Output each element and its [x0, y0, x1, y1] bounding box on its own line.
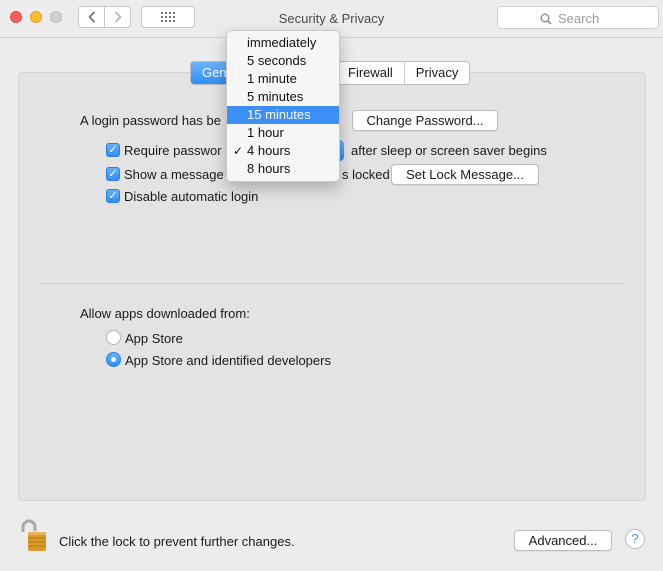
- require-password-suffix: after sleep or screen saver begins: [351, 143, 547, 158]
- checkmark-icon: ✓: [108, 167, 118, 180]
- search-field[interactable]: Search: [497, 6, 659, 29]
- menu-item-5-minutes[interactable]: 5 minutes: [227, 88, 339, 106]
- unlocked-padlock-icon[interactable]: [20, 519, 50, 553]
- checkmark-icon: ✓: [108, 143, 118, 156]
- search-icon: [540, 13, 552, 25]
- show-message-label: Show a message: [124, 167, 224, 182]
- require-password-label: Require passwor: [124, 143, 222, 158]
- search-placeholder: Search: [558, 11, 600, 26]
- menu-item-4-hours[interactable]: ✓ 4 hours: [227, 142, 339, 160]
- menu-item-15-minutes[interactable]: 15 minutes: [227, 106, 339, 124]
- menu-item-label: 1 hour: [247, 125, 284, 140]
- menu-item-label: 8 hours: [247, 161, 291, 176]
- advanced-button[interactable]: Advanced...: [514, 530, 612, 551]
- allow-apps-label: Allow apps downloaded from:: [80, 306, 250, 321]
- set-lock-message-button[interactable]: Set Lock Message...: [391, 164, 539, 185]
- password-delay-menu: immediately 5 seconds 1 minute 5 minutes…: [226, 30, 340, 182]
- require-password-checkbox[interactable]: ✓: [106, 143, 120, 157]
- tab-privacy[interactable]: Privacy: [405, 62, 470, 84]
- menu-item-5-seconds[interactable]: 5 seconds: [227, 52, 339, 70]
- menu-item-1-hour[interactable]: 1 hour: [227, 124, 339, 142]
- radio-app-store-label: App Store: [125, 331, 183, 346]
- lock-status-text: Click the lock to prevent further change…: [59, 534, 295, 549]
- show-message-suffix: s locked: [342, 167, 390, 182]
- radio-app-store[interactable]: [106, 330, 121, 345]
- show-message-checkbox[interactable]: ✓: [106, 167, 120, 181]
- menu-item-label: 4 hours: [247, 143, 291, 158]
- password-label: A login password has be: [80, 113, 221, 128]
- section-divider: [40, 283, 623, 284]
- menu-item-label: 5 seconds: [247, 53, 307, 68]
- radio-identified-developers-label: App Store and identified developers: [125, 353, 331, 368]
- disable-auto-login-label: Disable automatic login: [124, 189, 259, 204]
- menu-item-label: 1 minute: [247, 71, 297, 86]
- menu-item-immediately[interactable]: immediately: [227, 34, 339, 52]
- menu-item-label: immediately: [247, 35, 317, 50]
- help-button[interactable]: ?: [625, 529, 645, 549]
- checkmark-icon: ✓: [233, 144, 244, 158]
- tab-firewall[interactable]: Firewall: [337, 62, 405, 84]
- disable-auto-login-checkbox[interactable]: ✓: [106, 189, 120, 203]
- menu-item-label: 15 minutes: [247, 107, 311, 122]
- menu-item-8-hours[interactable]: 8 hours: [227, 160, 339, 178]
- menu-item-label: 5 minutes: [247, 89, 304, 104]
- change-password-button[interactable]: Change Password...: [352, 110, 498, 131]
- checkmark-icon: ✓: [108, 189, 118, 202]
- radio-identified-developers[interactable]: [106, 352, 121, 367]
- menu-item-1-minute[interactable]: 1 minute: [227, 70, 339, 88]
